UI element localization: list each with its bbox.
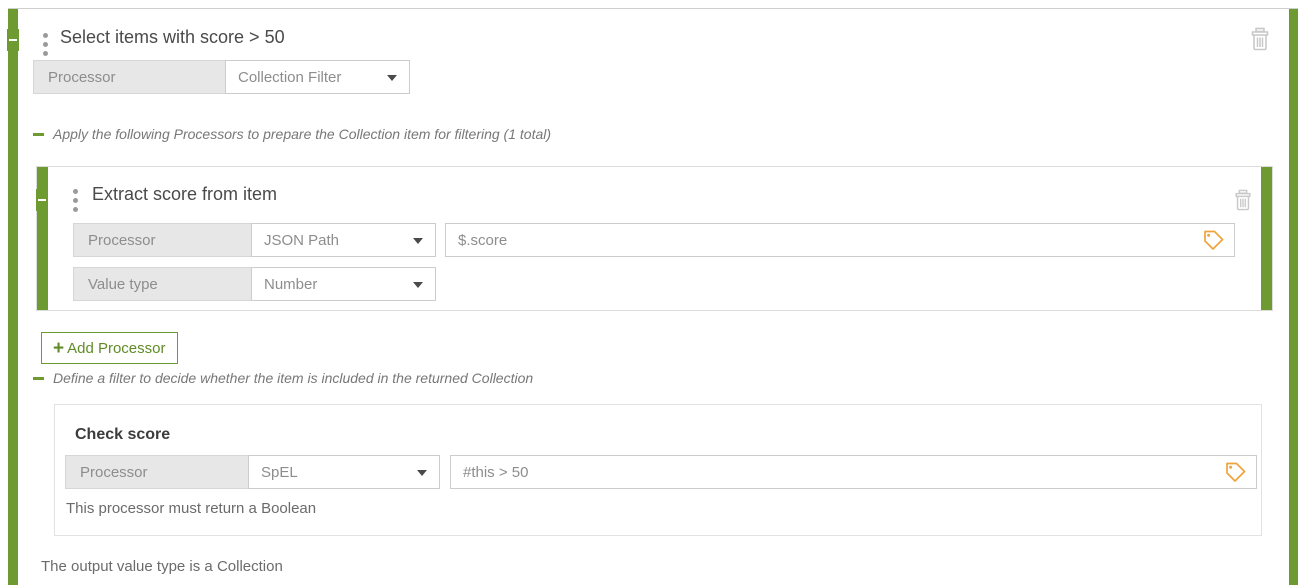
outer-collapse-toggle[interactable] <box>7 29 19 51</box>
tag-icon[interactable] <box>1224 462 1246 482</box>
outer-processor-right-rail <box>1289 9 1298 585</box>
inner-processor-card: Extract score from item Processor JSON P… <box>36 166 1273 311</box>
outer-processor-label: Processor <box>33 60 225 94</box>
apply-processors-hint: Apply the following Processors to prepar… <box>53 126 551 142</box>
drag-dot <box>73 189 78 194</box>
output-type-note: The output value type is a Collection <box>41 558 283 575</box>
drag-dot <box>73 198 78 203</box>
define-filter-hint: Define a filter to decide whether the it… <box>53 370 533 386</box>
outer-processor-title: Select items with score > 50 <box>60 27 285 48</box>
inner-processor-row: Processor JSON Path $.score <box>73 223 1235 257</box>
outer-processor-left-rail <box>8 9 18 585</box>
add-processor-button[interactable]: + Add Processor <box>41 332 178 364</box>
inner-processor-right-rail <box>1261 167 1272 310</box>
filter-panel-title: Check score <box>75 426 170 444</box>
chevron-down-icon <box>413 238 423 244</box>
inner-delete-icon[interactable] <box>1233 189 1255 213</box>
filter-expression-input[interactable]: #this > 50 <box>450 455 1257 489</box>
processor-editor-screen: Select items with score > 50 Processor C… <box>0 0 1304 585</box>
drag-dot <box>43 42 48 47</box>
filter-panel: Check score Processor SpEL #this > 50 <box>54 404 1262 536</box>
inner-value-type-select-value: Number <box>264 276 317 293</box>
filter-expression-value: #this > 50 <box>463 464 528 481</box>
filter-processor-row: Processor SpEL #this > 50 <box>65 455 1257 489</box>
add-processor-button-label: Add Processor <box>67 340 165 357</box>
define-filter-hint-marker <box>33 377 44 380</box>
json-path-expression-input[interactable]: $.score <box>445 223 1235 257</box>
outer-delete-icon[interactable] <box>1249 27 1271 51</box>
inner-processor-select[interactable]: JSON Path <box>251 223 436 257</box>
tag-icon[interactable] <box>1202 230 1224 250</box>
chevron-down-icon <box>413 282 423 288</box>
inner-value-type-row: Value type Number <box>73 267 436 301</box>
inner-processor-select-value: JSON Path <box>264 232 339 249</box>
apply-processors-hint-marker <box>33 133 44 136</box>
inner-value-type-label: Value type <box>73 267 251 301</box>
chevron-down-icon <box>387 75 397 81</box>
drag-dot <box>73 207 78 212</box>
inner-processor-title: Extract score from item <box>92 184 277 205</box>
drag-dot <box>43 33 48 38</box>
outer-processor-select[interactable]: Collection Filter <box>225 60 410 94</box>
inner-collapse-toggle[interactable] <box>36 189 48 211</box>
filter-processor-label: Processor <box>65 455 248 489</box>
plus-icon: + <box>53 339 64 358</box>
chevron-down-icon <box>417 470 427 476</box>
drag-dot <box>43 51 48 56</box>
inner-processor-label: Processor <box>73 223 251 257</box>
outer-drag-handle[interactable] <box>38 33 52 59</box>
outer-processor-card: Select items with score > 50 Processor C… <box>8 8 1298 585</box>
filter-processor-select[interactable]: SpEL <box>248 455 440 489</box>
outer-processor-row: Processor Collection Filter <box>33 60 410 94</box>
json-path-expression-value: $.score <box>458 232 507 249</box>
filter-processor-select-value: SpEL <box>261 464 298 481</box>
inner-drag-handle[interactable] <box>68 189 82 215</box>
inner-value-type-select[interactable]: Number <box>251 267 436 301</box>
outer-processor-select-value: Collection Filter <box>238 69 341 86</box>
filter-boolean-note: This processor must return a Boolean <box>66 500 316 517</box>
